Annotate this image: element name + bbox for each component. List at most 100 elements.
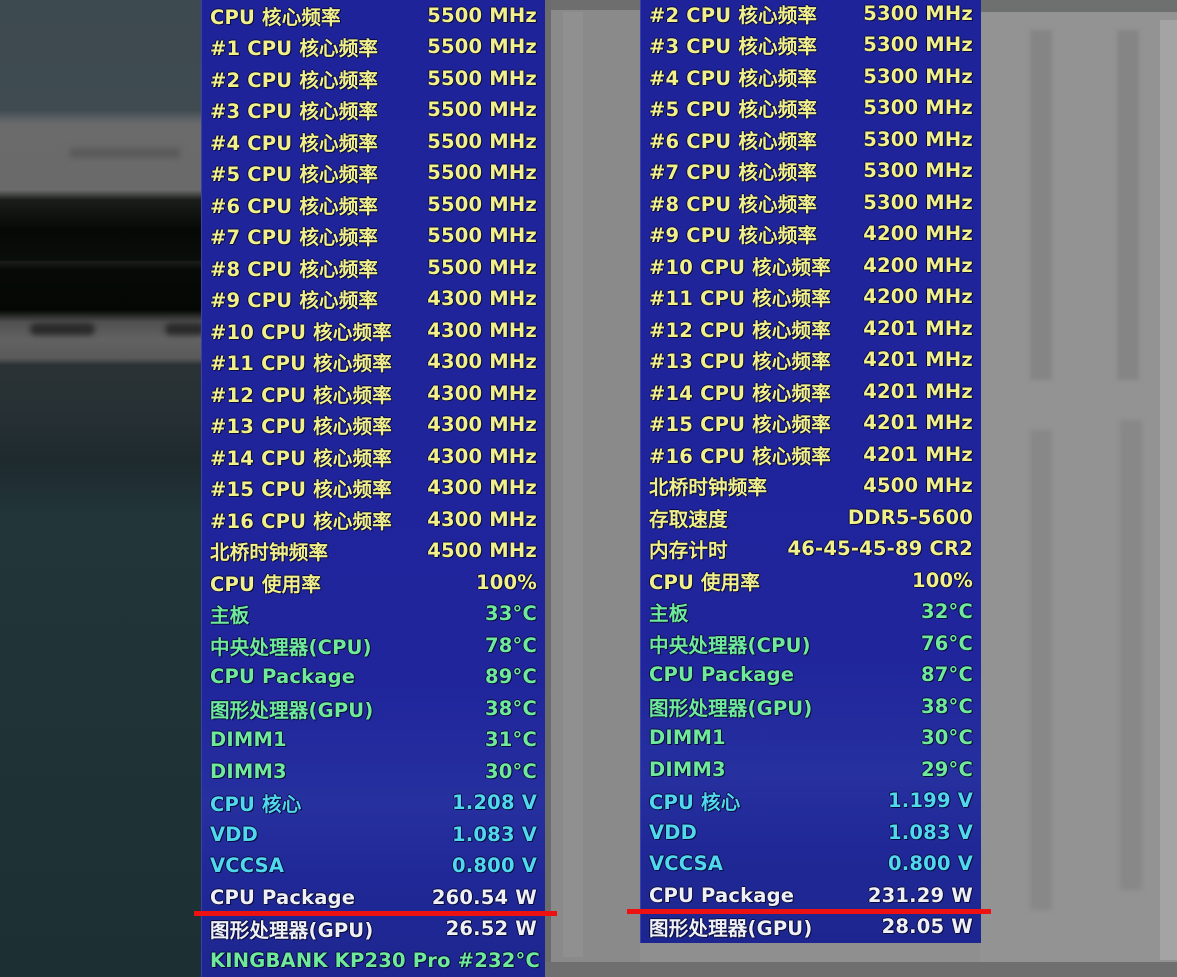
sensor-label: 存取速度 [649, 507, 728, 531]
background-blur [165, 323, 205, 335]
sensor-label: #2 CPU 核心频率 [210, 68, 379, 92]
sensor-row: VDD 1.083 V [210, 819, 537, 849]
sensor-value: 5300 MHz [863, 190, 973, 214]
sensor-row: #5 CPU 核心频率 5300 MHz [649, 93, 973, 123]
sensor-value: 5500 MHz [427, 98, 537, 121]
background-column [563, 12, 583, 957]
sensor-label: #5 CPU 核心频率 [210, 163, 379, 186]
sensor-label: 中央处理器(CPU) [649, 633, 811, 657]
sensor-row: 中央处理器(CPU) 76°C [649, 628, 973, 658]
sensor-value: 4300 MHz [427, 413, 537, 436]
sensor-row: #16 CPU 核心频率 4300 MHz [210, 504, 537, 534]
sensor-row: #6 CPU 核心频率 5300 MHz [649, 124, 973, 154]
sensor-panel-right: #2 CPU 核心频率 5300 MHz #3 CPU 核心频率 5300 MHz #4… [640, 0, 981, 943]
sensor-value: 46-45-45-89 CR2 [787, 537, 973, 560]
sensor-value: 76°C [921, 631, 973, 655]
sensor-label: 图形处理器(GPU) [210, 698, 374, 722]
sensor-label: #16 CPU 核心频率 [210, 509, 392, 533]
sensor-label: #2 CPU 核心频率 [649, 3, 818, 27]
highlight-line-right [627, 909, 991, 914]
background-column [1117, 30, 1139, 380]
sensor-row: DIMM1 30°C [649, 723, 973, 753]
sensor-label: #10 CPU 核心频率 [210, 320, 392, 344]
sensor-label: CPU 使用率 [649, 570, 761, 594]
sensor-row: #4 CPU 核心频率 5500 MHz [210, 126, 537, 156]
background-blur [30, 323, 95, 335]
sensor-label: #1 CPU 核心频率 [210, 37, 379, 60]
sensor-label: VDD [649, 820, 698, 844]
sensor-row: CPU 核心 1.208 V [210, 788, 537, 818]
sensor-label: #6 CPU 核心频率 [649, 129, 818, 153]
sensor-row: #9 CPU 核心频率 4300 MHz [210, 284, 537, 314]
sensor-value: 78°C [485, 633, 537, 657]
sensor-value: 30°C [485, 759, 537, 783]
sensor-value: 100% [475, 570, 537, 594]
sensor-value: 28.05 W [881, 915, 973, 938]
sensor-value: 4201 MHz [863, 379, 973, 403]
sensor-value: 4500 MHz [427, 539, 537, 562]
sensor-row: #1 CPU 核心频率 5500 MHz [210, 32, 537, 62]
sensor-value: 33°C [485, 602, 537, 625]
sensor-row: 图形处理器(GPU) 28.05 W [649, 912, 973, 942]
sensor-panel-left: CPU 核心频率 5500 MHz #1 CPU 核心频率 5500 MHz #2 CP… [201, 0, 545, 977]
sensor-value: 4201 MHz [863, 348, 973, 371]
sensor-label: DIMM1 [210, 728, 287, 751]
sensor-row: CPU 核心 1.199 V [649, 786, 973, 816]
sensor-value: 5300 MHz [863, 159, 973, 182]
sensor-row: #2 CPU 核心频率 5500 MHz [210, 63, 537, 93]
sensor-row: VDD 1.083 V [649, 817, 973, 847]
sensor-label: 主板 [210, 604, 250, 627]
sensor-value: 5300 MHz [863, 1, 973, 25]
sensor-row: 内存计时 46-45-45-89 CR2 [649, 534, 973, 564]
sensor-value: 38°C [485, 696, 537, 720]
sensor-row: 主板 32°C [649, 597, 973, 627]
sensor-row: 北桥时钟频率 4500 MHz [649, 471, 973, 501]
sensor-row: 图形处理器(GPU) 26.52 W [210, 914, 537, 944]
sensor-label: #4 CPU 核心频率 [649, 66, 818, 90]
highlight-line-left [194, 911, 557, 916]
sensor-value: 0.800 V [888, 852, 973, 875]
sensor-label: #5 CPU 核心频率 [649, 98, 818, 121]
sensor-label: #12 CPU 核心频率 [649, 318, 831, 342]
sensor-row: VCCSA 0.800 V [210, 851, 537, 881]
sensor-value: 29°C [921, 757, 973, 781]
background-column [1030, 430, 1052, 910]
sensor-label: VDD [210, 822, 259, 846]
background-left [0, 0, 205, 977]
sensor-row: #10 CPU 核心频率 4200 MHz [649, 250, 973, 280]
sensor-row: VCCSA 0.800 V [649, 849, 973, 879]
sensor-label: #9 CPU 核心频率 [210, 289, 379, 312]
sensor-row: #7 CPU 核心频率 5500 MHz [210, 221, 537, 251]
sensor-row: #11 CPU 核心频率 4200 MHz [649, 282, 973, 312]
sensor-row: #12 CPU 核心频率 4300 MHz [210, 378, 537, 408]
background-blur [70, 148, 180, 158]
sensor-label: 中央处理器(CPU) [210, 635, 372, 659]
sensor-value: 5500 MHz [427, 224, 537, 247]
sensor-value: 1.083 V [452, 822, 537, 846]
sensor-label: CPU 核心 [210, 793, 302, 816]
sensor-value: 4300 MHz [427, 287, 537, 310]
sensor-row: #10 CPU 核心频率 4300 MHz [210, 315, 537, 345]
sensor-label: CPU 核心 [649, 791, 741, 814]
sensor-value: 32°C [487, 948, 540, 972]
sensor-row: CPU 使用率 100% [649, 565, 973, 595]
sensor-label: #10 CPU 核心频率 [649, 255, 831, 279]
sensor-row: 中央处理器(CPU) 78°C [210, 630, 537, 660]
sensor-value: 231.29 W [867, 883, 973, 907]
sensor-label: 北桥时钟频率 [210, 541, 329, 564]
sensor-row: #7 CPU 核心频率 5300 MHz [649, 156, 973, 186]
sensor-value: 5300 MHz [863, 127, 973, 151]
sensor-value: 0.800 V [452, 854, 537, 877]
sensor-label: #15 CPU 核心频率 [649, 413, 831, 436]
sensor-label: 图形处理器(GPU) [649, 917, 813, 940]
sensor-value: 87°C [921, 663, 973, 686]
sensor-row: KINGBANK KP230 Pro #2 32°C [210, 945, 540, 975]
sensor-value: 32°C [921, 600, 973, 623]
sensor-label: CPU Package [210, 665, 356, 688]
sensor-value: 4300 MHz [427, 507, 537, 531]
background-middle [545, 0, 640, 977]
sensor-value: 100% [911, 568, 973, 592]
sensor-label: #11 CPU 核心频率 [649, 287, 831, 310]
background-right [980, 0, 1177, 977]
sensor-row: 存取速度 DDR5-5600 [649, 502, 973, 532]
